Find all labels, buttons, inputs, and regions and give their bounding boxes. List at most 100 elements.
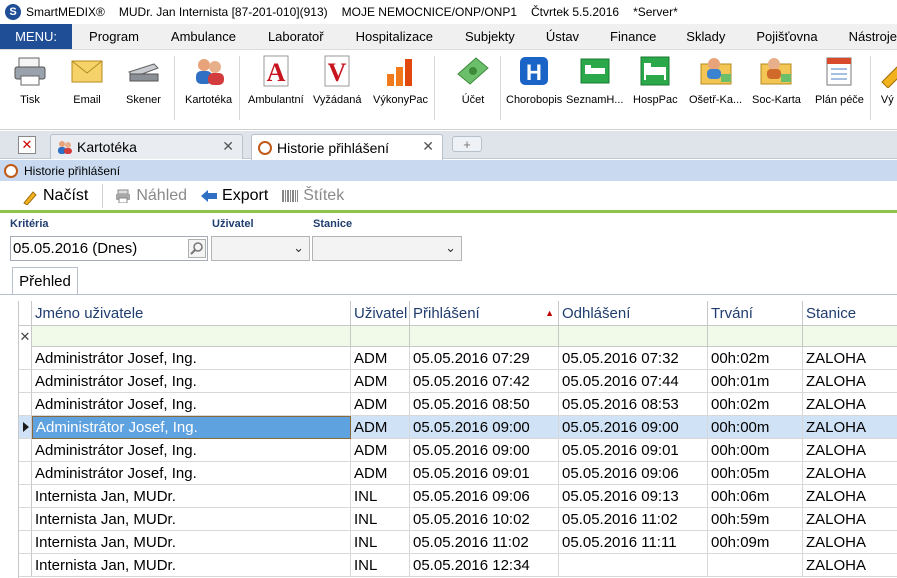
- table-cell[interactable]: 00h:09m: [708, 531, 803, 554]
- clear-filter-icon[interactable]: ✕: [19, 326, 32, 347]
- table-cell[interactable]: ZALOHA: [803, 462, 897, 485]
- hosppac-button[interactable]: HospPac: [633, 54, 678, 106]
- table-row[interactable]: Administrátor Josef, Ing. ADM 05.05.2016 0…: [19, 347, 897, 370]
- table-row[interactable]: Administrátor Josef, Ing. ADM 05.05.2016 0…: [19, 393, 897, 416]
- date-picker-button[interactable]: [188, 239, 206, 258]
- tab-historie-prihlaseni[interactable]: Historie přihlášení ✕: [251, 134, 443, 160]
- load-button[interactable]: Načíst: [22, 187, 88, 206]
- tab-kartoteka[interactable]: Kartotéka ✕: [50, 134, 243, 159]
- menu-ustav[interactable]: Ústav: [546, 24, 579, 49]
- vykonypac-button[interactable]: VýkonyPac: [373, 54, 428, 106]
- table-cell[interactable]: 05.05.2016 09:06: [410, 485, 559, 508]
- table-cell[interactable]: 05.05.2016 07:44: [559, 370, 708, 393]
- soc-karta-button[interactable]: Soc-Karta: [752, 54, 801, 106]
- column-header-name[interactable]: Jméno uživatele: [32, 301, 351, 326]
- print-button[interactable]: Tisk: [13, 54, 47, 106]
- filter-cell-duration[interactable]: [708, 326, 803, 347]
- table-cell[interactable]: INL: [351, 554, 410, 577]
- menu-finance[interactable]: Finance: [610, 24, 656, 49]
- add-tab-icon[interactable]: +: [452, 136, 482, 152]
- table-cell[interactable]: 05.05.2016 10:02: [410, 508, 559, 531]
- station-dropdown[interactable]: ⌄: [312, 236, 462, 261]
- label-button[interactable]: Štítek: [282, 187, 344, 205]
- ambulantni-button[interactable]: A Ambulantní: [248, 54, 304, 106]
- column-header-user[interactable]: Uživatel: [351, 301, 410, 326]
- filter-cell-login[interactable]: [410, 326, 559, 347]
- table-cell[interactable]: 00h:59m: [708, 508, 803, 531]
- table-cell[interactable]: 00h:05m: [708, 462, 803, 485]
- user-dropdown[interactable]: ⌄: [211, 236, 310, 261]
- table-cell[interactable]: ADM: [351, 393, 410, 416]
- table-cell[interactable]: 00h:06m: [708, 485, 803, 508]
- menu-ambulance[interactable]: Ambulance: [171, 24, 236, 49]
- table-cell[interactable]: 05.05.2016 09:06: [559, 462, 708, 485]
- table-cell[interactable]: ADM: [351, 416, 410, 439]
- osetr-karta-button[interactable]: Ošetř-Ka...: [689, 54, 742, 106]
- table-cell[interactable]: Administrátor Josef, Ing.: [32, 439, 351, 462]
- table-cell[interactable]: ZALOHA: [803, 347, 897, 370]
- table-cell[interactable]: ADM: [351, 370, 410, 393]
- table-cell[interactable]: ZALOHA: [803, 485, 897, 508]
- table-cell[interactable]: 05.05.2016 09:01: [559, 439, 708, 462]
- menu-program[interactable]: Program: [89, 24, 139, 49]
- table-cell[interactable]: ADM: [351, 439, 410, 462]
- table-cell[interactable]: 00h:01m: [708, 370, 803, 393]
- table-cell[interactable]: ADM: [351, 462, 410, 485]
- filter-cell-name[interactable]: [32, 326, 351, 347]
- column-header-station[interactable]: Stanice: [803, 301, 897, 326]
- row-indicator[interactable]: [19, 439, 32, 462]
- preview-button[interactable]: Náhled: [115, 187, 187, 205]
- table-cell[interactable]: 00h:00m: [708, 416, 803, 439]
- table-cell[interactable]: 00h:00m: [708, 439, 803, 462]
- table-cell[interactable]: 05.05.2016 08:53: [559, 393, 708, 416]
- table-cell[interactable]: 05.05.2016 12:34: [410, 554, 559, 577]
- column-header-logout[interactable]: Odhlášení: [559, 301, 708, 326]
- table-cell[interactable]: 05.05.2016 09:13: [559, 485, 708, 508]
- table-cell[interactable]: ZALOHA: [803, 531, 897, 554]
- table-cell[interactable]: ZALOHA: [803, 439, 897, 462]
- row-indicator[interactable]: [19, 554, 32, 577]
- vykony-pece-button[interactable]: Vý pé: [878, 54, 897, 106]
- close-tab-icon[interactable]: ✕: [222, 138, 234, 155]
- menu-pojistovna[interactable]: Pojišťovna: [756, 24, 817, 49]
- column-header-duration[interactable]: Trvání: [708, 301, 803, 326]
- table-cell[interactable]: Internista Jan, MUDr.: [32, 531, 351, 554]
- table-cell[interactable]: Administrátor Josef, Ing.: [32, 347, 351, 370]
- seznamh-button[interactable]: SeznamH...: [566, 54, 623, 106]
- row-indicator[interactable]: [19, 393, 32, 416]
- menu-hospitalizace[interactable]: Hospitalizace: [356, 24, 433, 49]
- table-cell[interactable]: ZALOHA: [803, 370, 897, 393]
- table-cell[interactable]: INL: [351, 531, 410, 554]
- row-indicator[interactable]: [19, 416, 32, 439]
- table-cell[interactable]: 05.05.2016 11:02: [410, 531, 559, 554]
- row-indicator[interactable]: [19, 347, 32, 370]
- menu-subjekty[interactable]: Subjekty: [465, 24, 515, 49]
- table-cell[interactable]: Internista Jan, MUDr.: [32, 554, 351, 577]
- column-header-login[interactable]: Přihlášení ▲: [410, 301, 559, 326]
- close-tab-icon[interactable]: ✕: [422, 138, 434, 155]
- table-cell[interactable]: 05.05.2016 09:00: [410, 416, 559, 439]
- table-row[interactable]: Internista Jan, MUDr. INL 05.05.2016 12:34…: [19, 554, 897, 577]
- ucet-button[interactable]: Účet: [456, 54, 490, 106]
- close-all-tabs-icon[interactable]: ✕: [18, 136, 36, 154]
- table-row[interactable]: Administrátor Josef, Ing. ADM 05.05.2016 0…: [19, 439, 897, 462]
- chorobopis-button[interactable]: H Chorobopis: [506, 54, 562, 106]
- filter-cell-logout[interactable]: [559, 326, 708, 347]
- table-row[interactable]: Internista Jan, MUDr. INL 05.05.2016 11:02…: [19, 531, 897, 554]
- scanner-button[interactable]: Skener: [126, 54, 161, 106]
- table-cell[interactable]: Administrátor Josef, Ing.: [32, 370, 351, 393]
- table-cell[interactable]: 05.05.2016 07:32: [559, 347, 708, 370]
- table-cell[interactable]: ZALOHA: [803, 554, 897, 577]
- kartoteka-button[interactable]: Kartotéka: [185, 54, 232, 106]
- vyzadana-button[interactable]: V Vyžádaná: [313, 54, 362, 106]
- row-indicator[interactable]: [19, 531, 32, 554]
- table-cell[interactable]: ZALOHA: [803, 416, 897, 439]
- criteria-input[interactable]: 05.05.2016 (Dnes): [10, 236, 208, 261]
- email-button[interactable]: Email: [70, 54, 104, 106]
- table-cell[interactable]: [708, 554, 803, 577]
- table-cell[interactable]: 05.05.2016 09:00: [559, 416, 708, 439]
- table-cell[interactable]: 05.05.2016 11:11: [559, 531, 708, 554]
- table-cell[interactable]: ADM: [351, 347, 410, 370]
- table-cell[interactable]: 05.05.2016 09:01: [410, 462, 559, 485]
- table-cell[interactable]: 05.05.2016 07:29: [410, 347, 559, 370]
